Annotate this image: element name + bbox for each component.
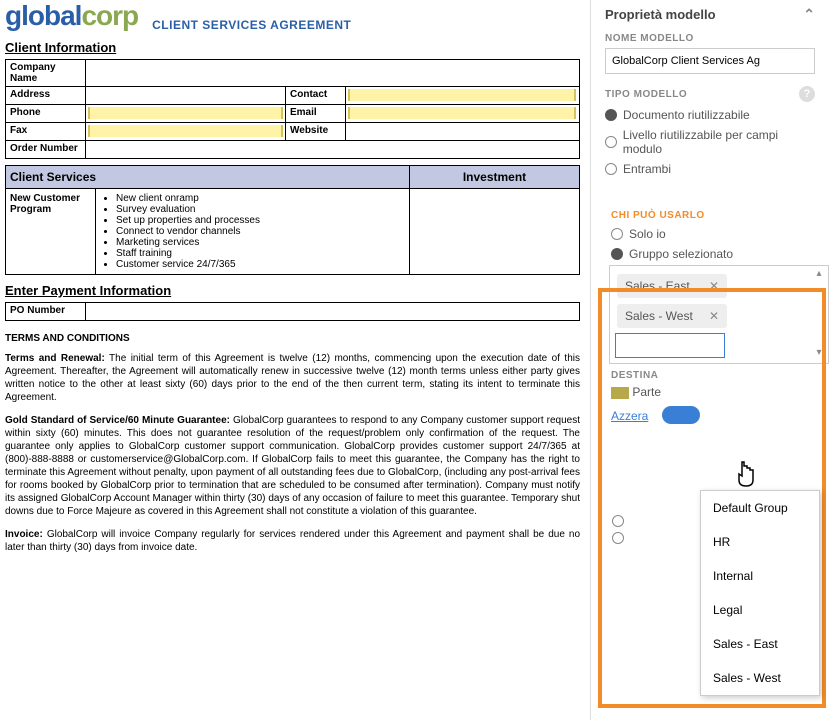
logo-subtitle: CLIENT SERVICES AGREEMENT bbox=[152, 18, 351, 32]
pointer-cursor-icon bbox=[734, 460, 760, 494]
hidden-options-partial bbox=[612, 510, 624, 549]
panel-title: Proprietà modello bbox=[605, 7, 716, 22]
terms-para-1: Terms and Renewal: The initial term of t… bbox=[5, 352, 580, 404]
scroll-down-icon[interactable]: ▾ bbox=[812, 347, 826, 361]
dropdown-item-default[interactable]: Default Group bbox=[701, 491, 819, 525]
payment-heading: Enter Payment Information bbox=[5, 283, 580, 298]
client-info-table: Company Name AddressContact PhoneEmail F… bbox=[5, 59, 580, 159]
scroll-up-icon[interactable]: ▴ bbox=[812, 268, 826, 282]
services-list: New client onrampSurvey evaluationSet up… bbox=[100, 193, 405, 270]
dropdown-item-sales-east[interactable]: Sales - East bbox=[701, 627, 819, 661]
terms-para-2: Gold Standard of Service/60 Minute Guara… bbox=[5, 414, 580, 518]
template-name-label: NOME MODELLO bbox=[605, 33, 815, 44]
type-option-reusable-doc[interactable]: Documento riutilizzabile bbox=[605, 108, 815, 122]
chip-sales-east[interactable]: Sales - East✕ bbox=[617, 274, 727, 298]
terms-para-3: Invoice: GlobalCorp will invoice Company… bbox=[5, 528, 580, 554]
document-preview: globalcorp CLIENT SERVICES AGREEMENT Cli… bbox=[0, 0, 590, 720]
help-icon[interactable]: ? bbox=[799, 86, 815, 102]
template-type-label: TIPO MODELLO bbox=[605, 89, 687, 100]
dropdown-item-hr[interactable]: HR bbox=[701, 525, 819, 559]
dropdown-item-legal[interactable]: Legal bbox=[701, 593, 819, 627]
group-dropdown[interactable]: Default Group HR Internal Legal Sales - … bbox=[700, 490, 820, 696]
color-swatch bbox=[611, 387, 629, 399]
save-toggle[interactable] bbox=[662, 406, 700, 424]
chip-remove-icon[interactable]: ✕ bbox=[709, 279, 719, 293]
client-info-heading: Client Information bbox=[5, 40, 580, 55]
collapse-icon[interactable]: ⌃ bbox=[803, 6, 815, 23]
client-services-table: Client ServicesInvestment New Customer P… bbox=[5, 165, 580, 275]
part-label: Parte bbox=[632, 385, 661, 399]
destination-label: DESTINA bbox=[611, 370, 829, 381]
dropdown-item-internal[interactable]: Internal bbox=[701, 559, 819, 593]
terms-title: TERMS AND CONDITIONS bbox=[5, 333, 580, 344]
group-search-input[interactable] bbox=[615, 333, 725, 358]
usage-selected-group[interactable]: Gruppo selezionato bbox=[611, 247, 829, 261]
usage-only-me[interactable]: Solo io bbox=[611, 227, 829, 241]
type-option-reusable-layer[interactable]: Livello riutilizzabile per campi modulo bbox=[605, 128, 815, 156]
dropdown-item-sales-west[interactable]: Sales - West bbox=[701, 661, 819, 695]
chip-remove-icon[interactable]: ✕ bbox=[709, 309, 719, 323]
template-name-input[interactable] bbox=[605, 48, 815, 74]
group-chips-container[interactable]: Sales - East✕ Sales - West✕ ▴ ▾ bbox=[609, 265, 829, 364]
usage-label: CHI PUÒ USARLO bbox=[611, 210, 829, 221]
type-option-both[interactable]: Entrambi bbox=[605, 162, 815, 176]
reset-link[interactable]: Azzera bbox=[611, 409, 648, 423]
logo: globalcorp bbox=[5, 0, 138, 32]
chip-sales-west[interactable]: Sales - West✕ bbox=[617, 304, 727, 328]
